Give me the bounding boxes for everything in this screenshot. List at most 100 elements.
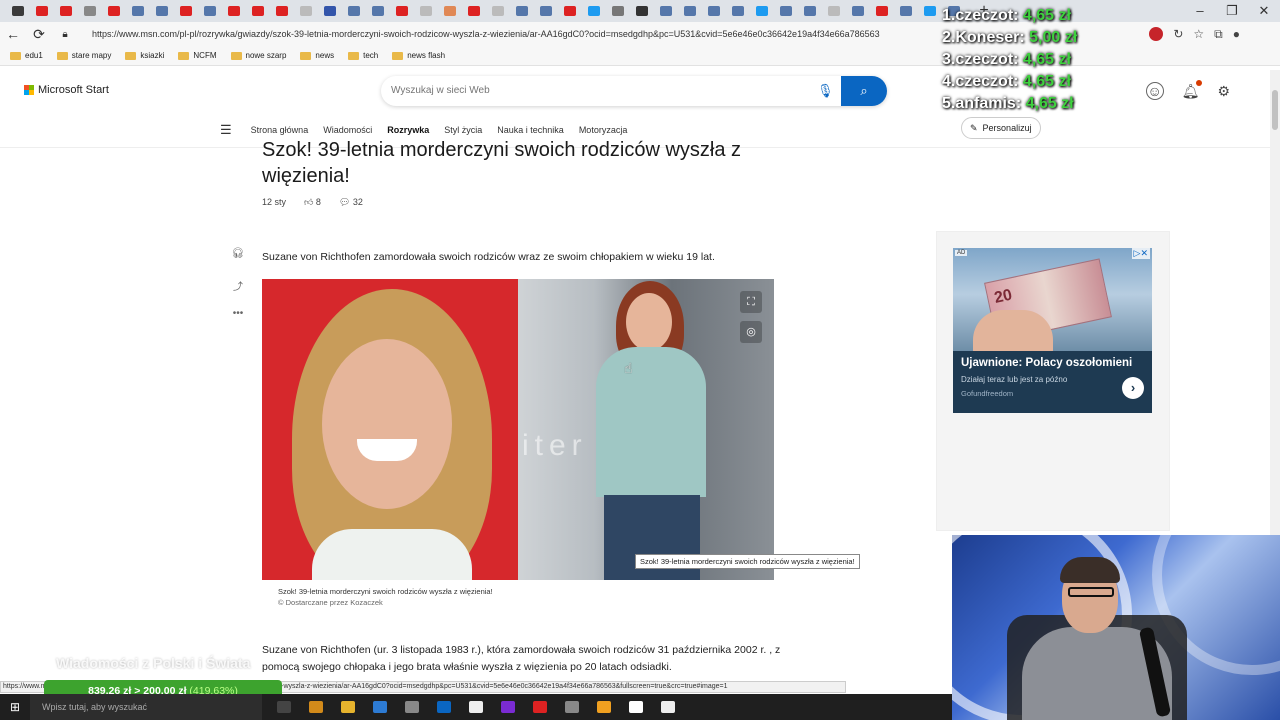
microsoft-start-logo[interactable]: Microsoft Start bbox=[24, 84, 109, 96]
bookmark-item[interactable]: tech bbox=[348, 51, 378, 60]
browser-tab[interactable] bbox=[726, 0, 750, 22]
bookmark-item[interactable]: ksiazki bbox=[125, 51, 164, 60]
browser-tab[interactable] bbox=[198, 0, 222, 22]
notifications-bell-icon[interactable]: 🔔︎ bbox=[1182, 79, 1203, 100]
browser-tab[interactable] bbox=[54, 0, 78, 22]
advertisement[interactable]: 20 AD ▷✕ Ujawnione: Polacy oszołomieni D… bbox=[953, 248, 1152, 413]
browser-tab[interactable] bbox=[606, 0, 630, 22]
comments-button[interactable]: 💬︎ 32 bbox=[339, 197, 363, 208]
refresh-icon[interactable]: ⟳ bbox=[26, 26, 52, 43]
article-photo[interactable]: iter ⛶ ◎ bbox=[262, 279, 774, 580]
browser-tab[interactable] bbox=[126, 0, 150, 22]
nav-item[interactable]: Motoryzacja bbox=[579, 125, 628, 135]
close-window-button[interactable]: ✕ bbox=[1248, 0, 1280, 22]
bookmark-item[interactable]: nowe szarp bbox=[230, 51, 286, 60]
search-button[interactable]: ⌕ bbox=[841, 76, 887, 106]
browser-tab[interactable] bbox=[150, 0, 174, 22]
ad-close-icon[interactable]: ▷✕ bbox=[1131, 248, 1150, 259]
taskbar-app-icon[interactable] bbox=[656, 697, 680, 717]
browser-tab[interactable] bbox=[534, 0, 558, 22]
url-field[interactable]: https://www.msn.com/pl-pl/rozrywka/gwiaz… bbox=[92, 29, 932, 39]
nav-item[interactable]: Wiadomości bbox=[323, 125, 372, 135]
more-options-icon[interactable]: ••• bbox=[226, 308, 250, 326]
share-icon[interactable]: ⤴ bbox=[226, 278, 250, 296]
maximize-button[interactable]: ❐ bbox=[1216, 0, 1248, 22]
extension-icon[interactable] bbox=[1149, 27, 1164, 41]
taskbar-app-icon[interactable] bbox=[304, 697, 328, 717]
settings-gear-icon[interactable]: ⚙ bbox=[1217, 83, 1230, 100]
browser-tab[interactable] bbox=[414, 0, 438, 22]
bookmark-item[interactable]: news flash bbox=[392, 51, 445, 60]
personalize-button[interactable]: ✎ Personalizuj bbox=[961, 117, 1041, 139]
taskbar-app-icon[interactable] bbox=[528, 697, 552, 717]
like-button[interactable]: 👍︎ 8 bbox=[304, 197, 321, 208]
browser-tab[interactable] bbox=[678, 0, 702, 22]
lock-icon[interactable]: 🔒︎ bbox=[52, 29, 78, 40]
taskbar-app-icon[interactable] bbox=[368, 697, 392, 717]
taskbar-app-icon[interactable] bbox=[336, 697, 360, 717]
favorite-star-icon[interactable]: ☆ bbox=[1193, 27, 1204, 41]
account-icon[interactable]: ☺ bbox=[1145, 82, 1164, 100]
browser-tab[interactable] bbox=[78, 0, 102, 22]
browser-tab[interactable] bbox=[630, 0, 654, 22]
taskbar-app-icon[interactable] bbox=[272, 697, 296, 717]
collections-icon[interactable]: ⧉ bbox=[1214, 27, 1223, 42]
browser-tab[interactable] bbox=[6, 0, 30, 22]
ad-arrow-icon[interactable]: › bbox=[1122, 377, 1144, 399]
browser-tab[interactable] bbox=[438, 0, 462, 22]
taskbar-app-icon[interactable] bbox=[624, 697, 648, 717]
windows-start-icon[interactable]: ⊞ bbox=[0, 700, 30, 714]
sync-icon[interactable]: ↻ bbox=[1173, 27, 1183, 41]
browser-tab[interactable] bbox=[582, 0, 606, 22]
browser-tab[interactable] bbox=[462, 0, 486, 22]
browser-tab[interactable] bbox=[222, 0, 246, 22]
microphone-icon[interactable]: 🎙︎ bbox=[817, 83, 834, 99]
taskbar-app-icon[interactable] bbox=[432, 697, 456, 717]
search-input[interactable] bbox=[391, 85, 791, 96]
taskbar-app-icon[interactable] bbox=[592, 697, 616, 717]
minimize-button[interactable]: – bbox=[1184, 0, 1216, 22]
nav-item[interactable]: Nauka i technika bbox=[497, 125, 564, 135]
profile-icon[interactable]: ● bbox=[1233, 27, 1240, 41]
browser-tab[interactable] bbox=[270, 0, 294, 22]
bookmark-item[interactable]: stare mapy bbox=[56, 51, 111, 60]
browser-tab[interactable] bbox=[558, 0, 582, 22]
nav-item[interactable]: Strona główna bbox=[251, 125, 309, 135]
browser-tab[interactable] bbox=[750, 0, 774, 22]
browser-tab[interactable] bbox=[894, 0, 918, 22]
bookmark-item[interactable]: news bbox=[300, 51, 334, 60]
browser-tab[interactable] bbox=[846, 0, 870, 22]
browser-tab[interactable] bbox=[918, 0, 942, 22]
menu-hamburger-icon[interactable]: ☰ bbox=[220, 122, 232, 138]
taskbar-app-icon[interactable] bbox=[560, 697, 584, 717]
browser-tab[interactable] bbox=[246, 0, 270, 22]
browser-tab[interactable] bbox=[366, 0, 390, 22]
browser-tab[interactable] bbox=[654, 0, 678, 22]
nav-item[interactable]: Styl życia bbox=[444, 125, 482, 135]
listen-icon[interactable]: 🎧︎ bbox=[226, 248, 250, 266]
taskbar-app-icon[interactable] bbox=[464, 697, 488, 717]
browser-tab[interactable] bbox=[510, 0, 534, 22]
browser-tab[interactable] bbox=[870, 0, 894, 22]
browser-tab[interactable] bbox=[702, 0, 726, 22]
fullscreen-icon[interactable]: ⛶ bbox=[740, 291, 762, 313]
browser-tab[interactable] bbox=[798, 0, 822, 22]
back-icon[interactable]: ← bbox=[0, 26, 26, 42]
browser-tab[interactable] bbox=[102, 0, 126, 22]
nav-item[interactable]: Rozrywka bbox=[387, 125, 429, 135]
bookmark-item[interactable]: NCFM bbox=[178, 51, 217, 60]
browser-tab[interactable] bbox=[390, 0, 414, 22]
browser-tab[interactable] bbox=[30, 0, 54, 22]
browser-tab[interactable] bbox=[486, 0, 510, 22]
taskbar-app-icon[interactable] bbox=[496, 697, 520, 717]
browser-tab[interactable] bbox=[174, 0, 198, 22]
bookmark-item[interactable]: edu1 bbox=[10, 51, 43, 60]
browser-tab[interactable] bbox=[294, 0, 318, 22]
taskbar-app-icon[interactable] bbox=[400, 697, 424, 717]
visual-search-icon[interactable]: ◎ bbox=[740, 321, 762, 343]
browser-tab[interactable] bbox=[318, 0, 342, 22]
browser-tab[interactable] bbox=[822, 0, 846, 22]
browser-tab[interactable] bbox=[774, 0, 798, 22]
browser-tab[interactable] bbox=[342, 0, 366, 22]
taskbar-search[interactable]: Wpisz tutaj, aby wyszukać bbox=[30, 694, 262, 720]
